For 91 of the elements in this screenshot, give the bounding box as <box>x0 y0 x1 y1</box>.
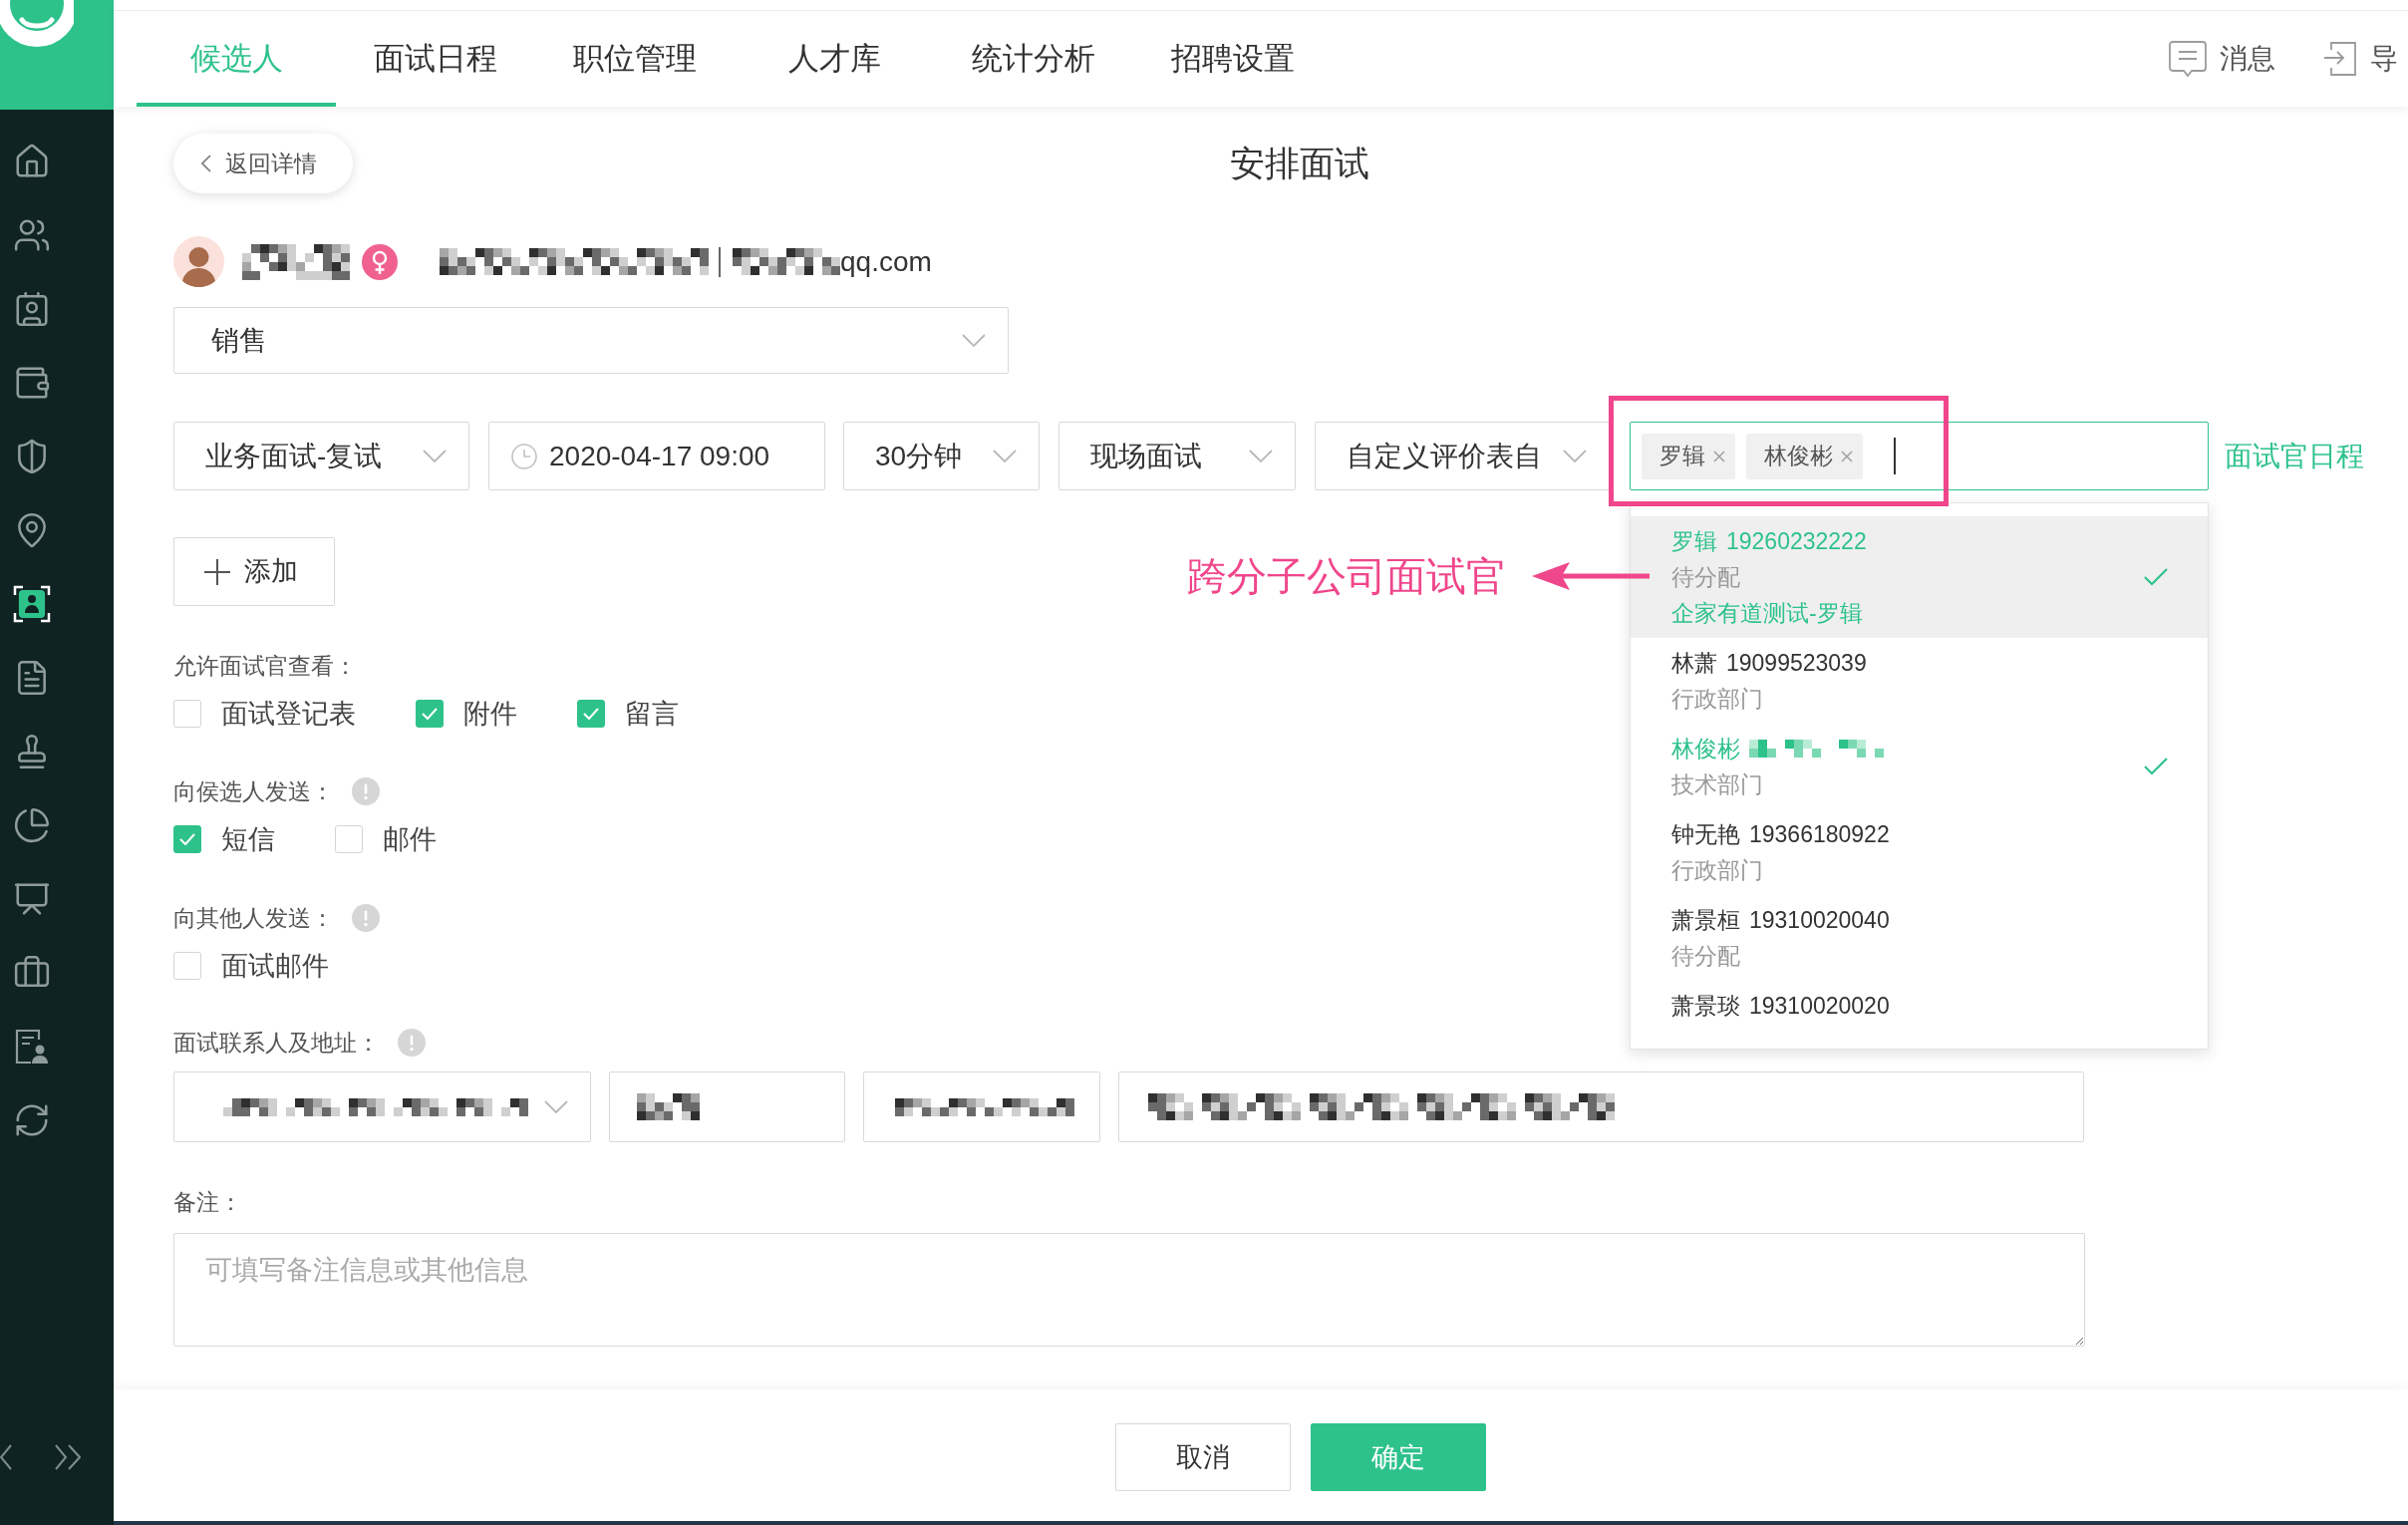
checkbox-label[interactable]: 面试登记表 <box>221 693 356 735</box>
home-icon[interactable] <box>13 143 51 180</box>
expand-icon[interactable] <box>55 1444 81 1470</box>
department-text: 技术部门 <box>1671 770 1764 799</box>
checkbox[interactable] <box>173 952 201 980</box>
annotation-text: 跨分子公司面试官 <box>1187 553 1506 600</box>
interviewer-option[interactable]: 萧景琰 19310020020 <box>1631 981 2208 1031</box>
message-icon <box>2169 40 2207 78</box>
chevron-left-icon <box>201 154 211 172</box>
collapse-icon[interactable] <box>0 1444 12 1470</box>
checkbox-label[interactable]: 短信 <box>221 818 275 860</box>
selected-interviewer-name: 罗辑 <box>1659 442 1705 471</box>
datetime-field[interactable]: 2020-04-17 09:00 <box>488 422 825 490</box>
check-icon <box>583 708 599 720</box>
remarks-field[interactable]: 可填写备注信息或其他信息 <box>173 1233 2085 1347</box>
id-badge-icon[interactable] <box>13 585 51 623</box>
pie-chart-icon[interactable] <box>13 806 51 844</box>
checkbox[interactable] <box>416 700 444 728</box>
pixelated-text <box>637 1093 700 1120</box>
interviewer-name: 罗辑 <box>1671 526 1717 556</box>
interviewer-option[interactable]: 钟无艳 19366180922 行政部门 <box>1631 809 2208 895</box>
chevron-down-icon <box>993 450 1017 462</box>
interviewer-name: 萧景桓 <box>1671 905 1740 935</box>
checkbox[interactable] <box>335 825 363 853</box>
cancel-button[interactable]: 取消 <box>1115 1423 1291 1491</box>
toolbar-button[interactable]: 消息 <box>2169 38 2275 80</box>
interviewer-name: 钟无艳 <box>1671 819 1740 849</box>
chevron-down-icon <box>962 334 986 347</box>
phone-number: 19099523039 <box>1726 648 1867 678</box>
checkbox-label[interactable]: 留言 <box>625 693 679 735</box>
phone-number: 19310020020 <box>1749 991 1890 1021</box>
check-icon <box>2144 758 2168 775</box>
selected-interviewer-name: 林俊彬 <box>1764 442 1833 471</box>
document-person-icon[interactable] <box>13 1028 51 1066</box>
import-icon <box>2323 41 2357 77</box>
wallet-icon[interactable] <box>13 364 51 402</box>
company-name: 企家有道测试-罗辑 <box>1671 599 1864 628</box>
department-text: 待分配 <box>1671 942 1741 971</box>
department-text: 行政部门 <box>1671 856 1764 885</box>
page-title: 安排面试 <box>1230 142 1369 184</box>
interviewer-name: 萧景琰 <box>1671 991 1740 1021</box>
section-label: 允许面试官查看： <box>173 651 357 681</box>
nav-tab[interactable]: 面试日程 <box>336 11 535 107</box>
text-cursor <box>1894 438 1896 474</box>
section-label: 面试联系人及地址： <box>173 1028 380 1058</box>
section-label: 向其他人发送： <box>173 903 334 933</box>
interviewer-name: 林俊彬 <box>1671 734 1740 763</box>
round-select[interactable]: 业务面试-复试 <box>173 422 469 490</box>
checkbox-label[interactable]: 面试邮件 <box>221 945 329 987</box>
avatar-icon <box>173 236 224 287</box>
phone-number: 19310020040 <box>1749 905 1890 935</box>
chevron-down-icon <box>544 1100 568 1113</box>
department-text: 行政部门 <box>1671 685 1764 714</box>
checkbox-label[interactable]: 邮件 <box>383 818 437 860</box>
section-label: 向侯选人发送： <box>173 776 334 806</box>
contact-card-icon[interactable] <box>13 290 51 328</box>
phone-number: 19366180922 <box>1749 819 1890 849</box>
contact-input[interactable] <box>863 1071 1100 1142</box>
chevron-down-icon <box>423 450 447 462</box>
nav-tab[interactable]: 职位管理 <box>535 11 735 107</box>
check-icon <box>2144 568 2168 586</box>
phone-number: 19260232222 <box>1726 526 1867 556</box>
email-text: qq.com <box>840 244 932 279</box>
check-icon <box>179 833 195 845</box>
checkbox[interactable] <box>173 825 201 853</box>
nav-tab[interactable]: 人才库 <box>735 11 934 107</box>
address-input[interactable] <box>1118 1071 2084 1142</box>
nav-tab[interactable]: 统计分析 <box>934 11 1133 107</box>
contact-input[interactable] <box>609 1071 845 1142</box>
clock-icon <box>511 443 537 469</box>
checkbox[interactable] <box>577 700 605 728</box>
interviewer-name: 林萧 <box>1671 648 1717 678</box>
interviewer-option[interactable]: 萧景桓 19310020040 待分配 <box>1631 895 2208 981</box>
contact-select[interactable] <box>173 1071 591 1142</box>
evaluation-form-select[interactable]: 自定义评价表自 <box>1315 422 1610 490</box>
checkbox-label[interactable]: 附件 <box>463 693 517 735</box>
chevron-down-icon <box>1563 450 1587 462</box>
add-button[interactable]: 添加 <box>173 537 335 606</box>
chevron-down-icon <box>1249 450 1273 462</box>
toolbar-button[interactable]: 导 <box>2323 38 2398 80</box>
checkbox[interactable] <box>173 700 201 728</box>
method-select[interactable]: 现场面试 <box>1058 422 1296 490</box>
back-button[interactable]: 返回详情 <box>173 134 353 193</box>
nav-tab[interactable]: 招聘设置 <box>1133 11 1333 107</box>
plus-icon <box>204 558 230 585</box>
department-text: 待分配 <box>1671 563 1741 592</box>
job-select[interactable]: 销售 <box>173 307 1009 374</box>
duration-select[interactable]: 30分钟 <box>843 422 1040 490</box>
section-label: 备注： <box>173 1187 242 1217</box>
interviewer-option[interactable]: 林萧 19099523039 行政部门 <box>1631 638 2208 724</box>
check-icon <box>422 708 438 720</box>
